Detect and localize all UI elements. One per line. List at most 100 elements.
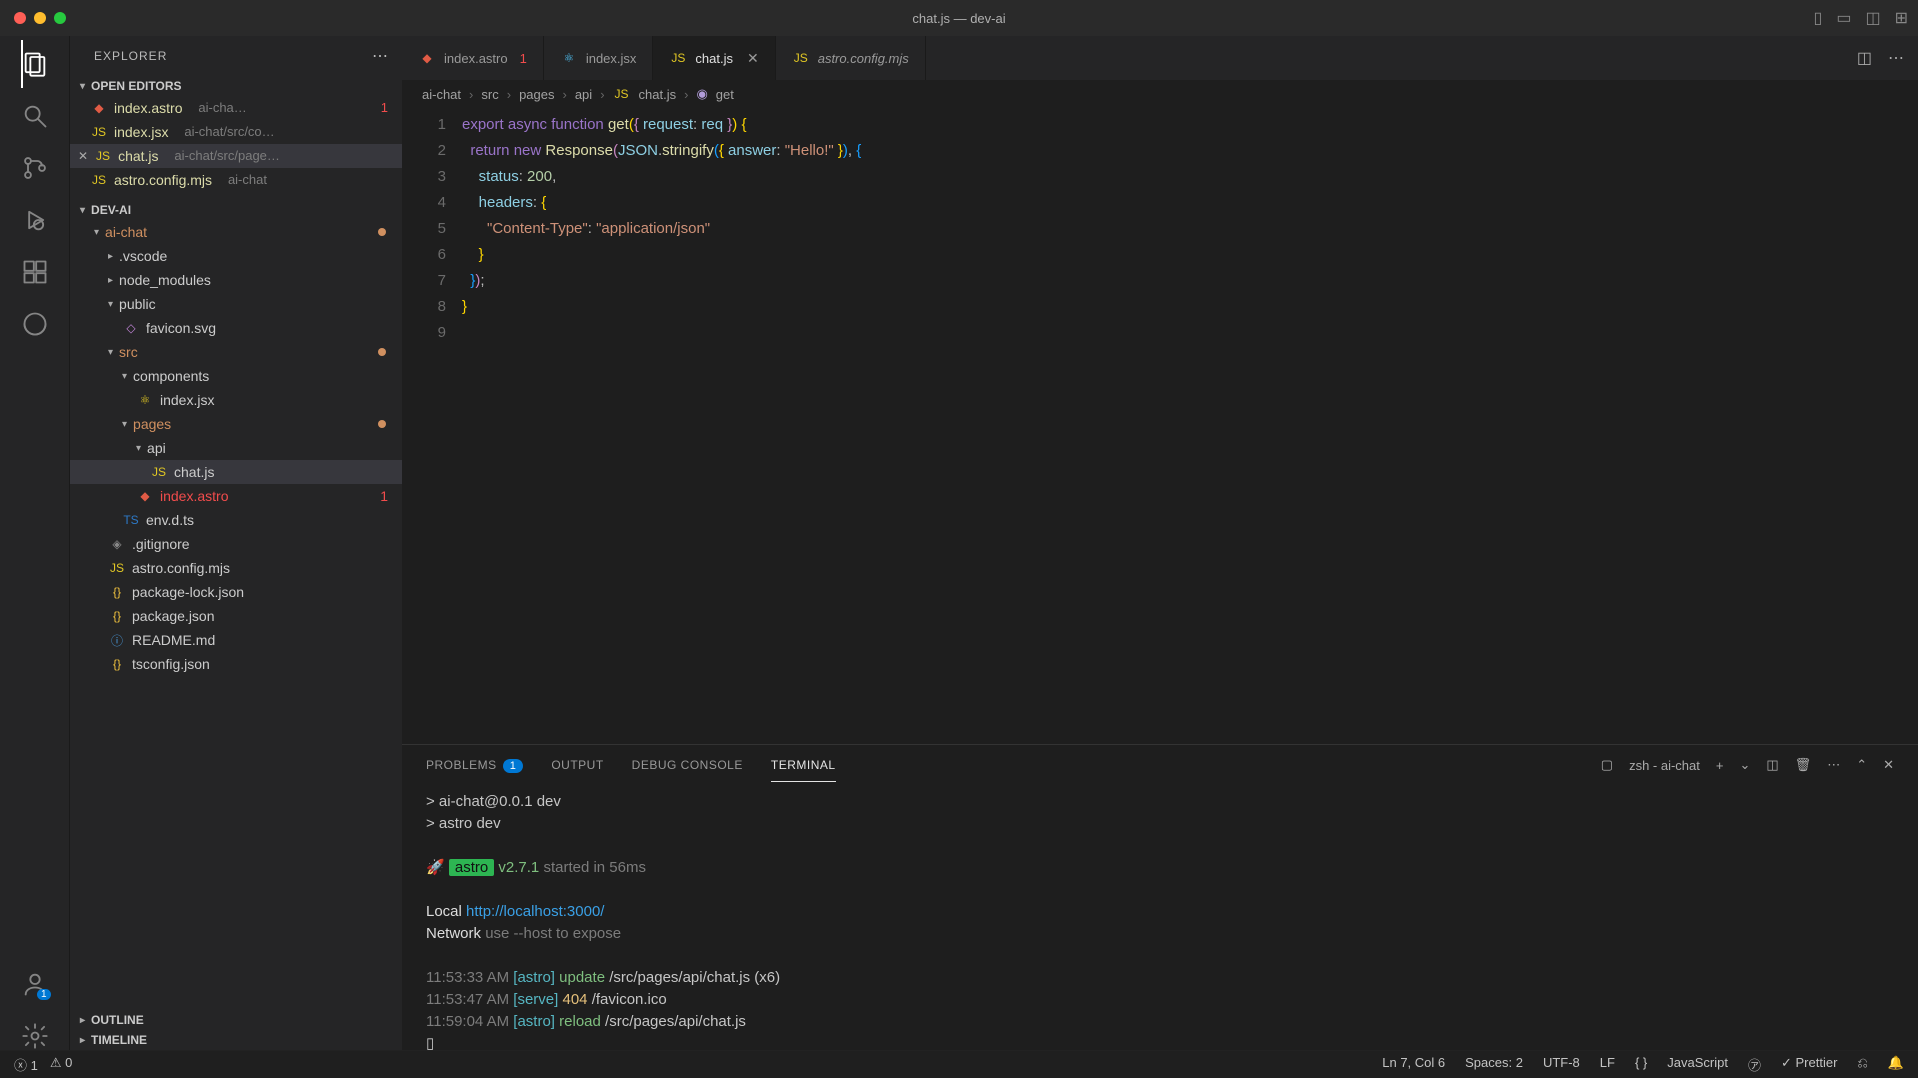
layout-panel-icon[interactable]: ▭ <box>1836 8 1851 28</box>
run-debug-icon[interactable] <box>21 206 49 234</box>
close-window-button[interactable] <box>14 12 26 24</box>
file-index-jsx[interactable]: ⚛index.jsx <box>70 388 402 412</box>
folder-components[interactable]: ▾components <box>70 364 402 388</box>
sidebar: EXPLORER ⋯ ▾OPEN EDITORS ◆index.astro ai… <box>70 36 402 1050</box>
file-env-dts[interactable]: TSenv.d.ts <box>70 508 402 532</box>
timeline-header[interactable]: ▸TIMELINE <box>70 1030 402 1050</box>
folder-pages[interactable]: ▾pages <box>70 412 402 436</box>
js-file-icon: JS <box>108 561 126 575</box>
open-editors-header[interactable]: ▾OPEN EDITORS <box>70 76 402 96</box>
split-terminal-icon[interactable]: ◫ <box>1766 757 1778 773</box>
breadcrumb[interactable]: ai-chat› src› pages› api› JSchat.js› ◉ge… <box>402 80 1918 108</box>
panel-tab-debug-console[interactable]: DEBUG CONSOLE <box>632 748 743 782</box>
more-terminal-actions-icon[interactable]: ⋯ <box>1827 757 1840 773</box>
open-editor-item[interactable]: ◆index.astro ai-cha…1 <box>70 96 402 120</box>
file-package-json[interactable]: {}package.json <box>70 604 402 628</box>
status-errors[interactable]: ⓧ 1 <box>14 1055 38 1074</box>
terminal-split-dropdown-icon[interactable]: ⌄ <box>1739 757 1750 773</box>
folder-api[interactable]: ▾api <box>70 436 402 460</box>
open-editor-item[interactable]: JSindex.jsx ai-chat/src/co… <box>70 120 402 144</box>
status-language[interactable]: JavaScript <box>1667 1055 1728 1074</box>
timeline-label: TIMELINE <box>91 1033 147 1047</box>
tab-chat-js[interactable]: JSchat.js✕ <box>653 36 775 80</box>
error-badge: 1 <box>381 96 388 120</box>
chevron-down-icon: ▾ <box>80 205 85 216</box>
file-gitignore[interactable]: ◈.gitignore <box>70 532 402 556</box>
settings-gear-icon[interactable] <box>21 1022 49 1050</box>
svg-file-icon: ◇ <box>122 321 140 335</box>
file-favicon[interactable]: ◇favicon.svg <box>70 316 402 340</box>
panel-tab-problems[interactable]: PROBLEMS1 <box>426 748 523 782</box>
file-tsconfig[interactable]: {}tsconfig.json <box>70 652 402 676</box>
minimize-window-button[interactable] <box>34 12 46 24</box>
status-braces[interactable]: { } <box>1635 1055 1647 1074</box>
status-indent[interactable]: Spaces: 2 <box>1465 1055 1523 1074</box>
status-line-col[interactable]: Ln 7, Col 6 <box>1382 1055 1445 1074</box>
terminal-output[interactable]: > ai-chat@0.0.1 dev > astro dev 🚀 astro … <box>402 785 1918 1050</box>
notifications-icon[interactable]: 🔔 <box>1888 1055 1904 1074</box>
folder-vscode[interactable]: ▸.vscode <box>70 244 402 268</box>
editor-tabs: ◆index.astro1 ⚛index.jsx JSchat.js✕ JSas… <box>402 36 1918 80</box>
layout-primary-icon[interactable]: ▯ <box>1814 8 1823 28</box>
close-panel-icon[interactable]: ✕ <box>1883 757 1894 773</box>
kill-terminal-icon[interactable]: 🗑 <box>1795 757 1812 773</box>
status-prettier[interactable]: ✓ Prettier <box>1781 1055 1837 1074</box>
tab-index-astro[interactable]: ◆index.astro1 <box>402 36 544 80</box>
code-editor[interactable]: 123456789 export async function get({ re… <box>402 108 1918 744</box>
copilot-icon[interactable]: ㋐ <box>1748 1055 1761 1074</box>
status-encoding[interactable]: UTF-8 <box>1543 1055 1580 1074</box>
open-editor-item[interactable]: JSastro.config.mjs ai-chat <box>70 168 402 192</box>
layout-secondary-icon[interactable]: ◫ <box>1865 8 1880 28</box>
tab-index-jsx[interactable]: ⚛index.jsx <box>544 36 654 80</box>
folder-src[interactable]: ▾src <box>70 340 402 364</box>
status-warnings[interactable]: ⚠ 0 <box>50 1055 73 1074</box>
terminal-task-label[interactable]: zsh - ai-chat <box>1629 758 1700 773</box>
chevron-down-icon: ▾ <box>80 81 85 92</box>
new-terminal-icon[interactable]: + <box>1716 758 1724 773</box>
close-editor-icon[interactable]: ✕ <box>78 144 88 168</box>
panel-tab-terminal[interactable]: TERMINAL <box>771 748 836 782</box>
panel-tab-output[interactable]: OUTPUT <box>551 748 603 782</box>
feedback-icon[interactable]: ⎌ <box>1857 1055 1867 1074</box>
folder-ai-chat[interactable]: ▾ai-chat <box>70 220 402 244</box>
file-package-lock[interactable]: {}package-lock.json <box>70 580 402 604</box>
file-astro-config[interactable]: JSastro.config.mjs <box>70 556 402 580</box>
outline-header[interactable]: ▸OUTLINE <box>70 1010 402 1030</box>
folder-public[interactable]: ▾public <box>70 292 402 316</box>
search-icon[interactable] <box>21 102 49 130</box>
js-file-icon: JS <box>792 51 810 65</box>
more-actions-icon[interactable]: ⋯ <box>1888 48 1904 68</box>
file-chat-js[interactable]: JSchat.js <box>70 460 402 484</box>
tab-astro-config[interactable]: JSastro.config.mjs <box>776 36 926 80</box>
close-tab-icon[interactable]: ✕ <box>747 50 759 67</box>
open-editor-item[interactable]: ✕JSchat.js ai-chat/src/page… <box>70 144 402 168</box>
split-editor-icon[interactable]: ◫ <box>1857 48 1872 68</box>
warning-icon: ⚠ <box>50 1055 62 1070</box>
edge-tools-icon[interactable] <box>21 310 49 338</box>
git-file-icon: ◈ <box>108 537 126 551</box>
explorer-actions-icon[interactable]: ⋯ <box>372 46 388 66</box>
js-file-icon: JS <box>90 120 108 144</box>
source-control-icon[interactable] <box>21 154 49 182</box>
file-readme[interactable]: ⓘREADME.md <box>70 628 402 652</box>
code-content[interactable]: export async function get({ request: req… <box>458 108 1918 744</box>
md-file-icon: ⓘ <box>108 632 126 649</box>
maximize-panel-icon[interactable]: ⌃ <box>1856 757 1867 773</box>
window-title: chat.js — dev-ai <box>912 11 1005 26</box>
status-eol[interactable]: LF <box>1600 1055 1615 1074</box>
chevron-right-icon: › <box>684 87 688 102</box>
chevron-down-icon: ▾ <box>94 227 99 238</box>
folder-node-modules[interactable]: ▸node_modules <box>70 268 402 292</box>
accounts-icon[interactable]: 1 <box>21 970 49 998</box>
local-url-link[interactable]: http://localhost:3000/ <box>466 903 604 920</box>
error-badge: 1 <box>380 488 388 504</box>
js-file-icon: JS <box>669 51 687 65</box>
extensions-icon[interactable] <box>21 258 49 286</box>
workspace-header[interactable]: ▾DEV-AI <box>70 200 402 220</box>
customize-layout-icon[interactable]: ⊞ <box>1895 8 1908 28</box>
zoom-window-button[interactable] <box>54 12 66 24</box>
ts-file-icon: TS <box>122 513 140 527</box>
file-index-astro[interactable]: ◆index.astro1 <box>70 484 402 508</box>
explorer-icon[interactable] <box>21 50 49 78</box>
error-icon: ⓧ <box>14 1058 27 1073</box>
